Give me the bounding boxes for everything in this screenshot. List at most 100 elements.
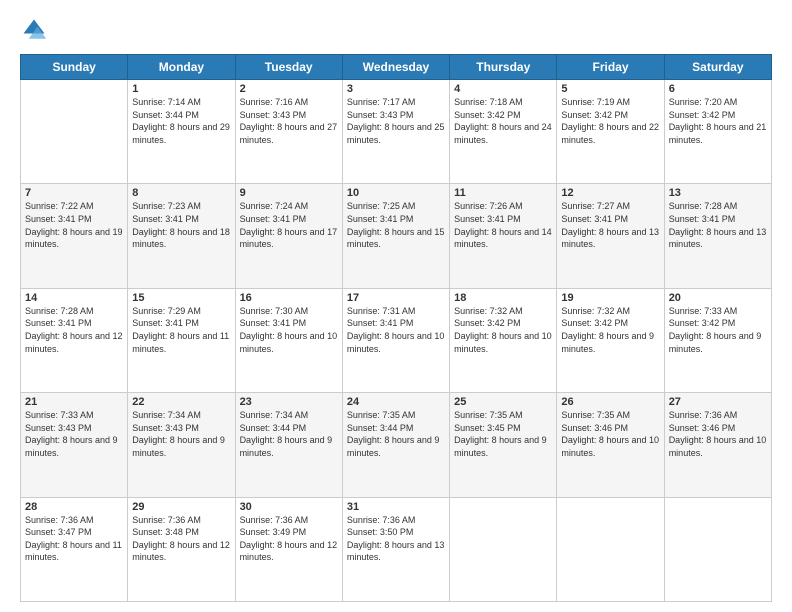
- sunrise-text: Sunrise: 7:35 AM: [561, 410, 630, 420]
- daylight-text: Daylight: 8 hours and 10 minutes.: [240, 331, 338, 354]
- daylight-text: Daylight: 8 hours and 10 minutes.: [454, 331, 552, 354]
- sunrise-text: Sunrise: 7:28 AM: [25, 306, 94, 316]
- calendar-cell: 4 Sunrise: 7:18 AM Sunset: 3:42 PM Dayli…: [450, 80, 557, 184]
- sunrise-text: Sunrise: 7:17 AM: [347, 97, 416, 107]
- calendar-cell: 21 Sunrise: 7:33 AM Sunset: 3:43 PM Dayl…: [21, 393, 128, 497]
- day-info: Sunrise: 7:33 AM Sunset: 3:42 PM Dayligh…: [669, 305, 767, 355]
- calendar-week-row: 1 Sunrise: 7:14 AM Sunset: 3:44 PM Dayli…: [21, 80, 772, 184]
- sunset-text: Sunset: 3:50 PM: [347, 527, 414, 537]
- day-info: Sunrise: 7:33 AM Sunset: 3:43 PM Dayligh…: [25, 409, 123, 459]
- day-info: Sunrise: 7:25 AM Sunset: 3:41 PM Dayligh…: [347, 200, 445, 250]
- weekday-header: Thursday: [450, 55, 557, 80]
- day-info: Sunrise: 7:31 AM Sunset: 3:41 PM Dayligh…: [347, 305, 445, 355]
- day-number: 15: [132, 292, 230, 304]
- sunrise-text: Sunrise: 7:35 AM: [347, 410, 416, 420]
- daylight-text: Daylight: 8 hours and 17 minutes.: [240, 227, 338, 250]
- daylight-text: Daylight: 8 hours and 10 minutes.: [347, 331, 445, 354]
- daylight-text: Daylight: 8 hours and 13 minutes.: [561, 227, 659, 250]
- sunset-text: Sunset: 3:42 PM: [561, 110, 628, 120]
- daylight-text: Daylight: 8 hours and 22 minutes.: [561, 122, 659, 145]
- sunset-text: Sunset: 3:43 PM: [347, 110, 414, 120]
- calendar-table: SundayMondayTuesdayWednesdayThursdayFrid…: [20, 54, 772, 602]
- page: SundayMondayTuesdayWednesdayThursdayFrid…: [0, 0, 792, 612]
- day-number: 5: [561, 83, 659, 95]
- calendar-cell: [450, 497, 557, 601]
- sunrise-text: Sunrise: 7:32 AM: [561, 306, 630, 316]
- calendar-cell: 5 Sunrise: 7:19 AM Sunset: 3:42 PM Dayli…: [557, 80, 664, 184]
- day-number: 7: [25, 187, 123, 199]
- weekday-header: Tuesday: [235, 55, 342, 80]
- day-info: Sunrise: 7:32 AM Sunset: 3:42 PM Dayligh…: [454, 305, 552, 355]
- calendar-cell: 29 Sunrise: 7:36 AM Sunset: 3:48 PM Dayl…: [128, 497, 235, 601]
- sunrise-text: Sunrise: 7:28 AM: [669, 201, 738, 211]
- sunset-text: Sunset: 3:41 PM: [347, 318, 414, 328]
- calendar-cell: 2 Sunrise: 7:16 AM Sunset: 3:43 PM Dayli…: [235, 80, 342, 184]
- day-number: 1: [132, 83, 230, 95]
- daylight-text: Daylight: 8 hours and 13 minutes.: [347, 540, 445, 563]
- calendar-cell: 13 Sunrise: 7:28 AM Sunset: 3:41 PM Dayl…: [664, 184, 771, 288]
- day-info: Sunrise: 7:27 AM Sunset: 3:41 PM Dayligh…: [561, 200, 659, 250]
- weekday-header: Wednesday: [342, 55, 449, 80]
- day-number: 17: [347, 292, 445, 304]
- calendar-cell: 17 Sunrise: 7:31 AM Sunset: 3:41 PM Dayl…: [342, 288, 449, 392]
- calendar-cell: 20 Sunrise: 7:33 AM Sunset: 3:42 PM Dayl…: [664, 288, 771, 392]
- day-info: Sunrise: 7:23 AM Sunset: 3:41 PM Dayligh…: [132, 200, 230, 250]
- day-number: 19: [561, 292, 659, 304]
- sunset-text: Sunset: 3:47 PM: [25, 527, 92, 537]
- day-info: Sunrise: 7:14 AM Sunset: 3:44 PM Dayligh…: [132, 96, 230, 146]
- sunset-text: Sunset: 3:42 PM: [454, 110, 521, 120]
- day-number: 14: [25, 292, 123, 304]
- sunset-text: Sunset: 3:41 PM: [240, 318, 307, 328]
- day-number: 22: [132, 396, 230, 408]
- sunset-text: Sunset: 3:48 PM: [132, 527, 199, 537]
- sunset-text: Sunset: 3:42 PM: [454, 318, 521, 328]
- weekday-header: Sunday: [21, 55, 128, 80]
- calendar-cell: [557, 497, 664, 601]
- day-info: Sunrise: 7:34 AM Sunset: 3:43 PM Dayligh…: [132, 409, 230, 459]
- daylight-text: Daylight: 8 hours and 12 minutes.: [240, 540, 338, 563]
- sunrise-text: Sunrise: 7:35 AM: [454, 410, 523, 420]
- sunset-text: Sunset: 3:42 PM: [561, 318, 628, 328]
- sunrise-text: Sunrise: 7:31 AM: [347, 306, 416, 316]
- sunrise-text: Sunrise: 7:20 AM: [669, 97, 738, 107]
- sunset-text: Sunset: 3:41 PM: [561, 214, 628, 224]
- weekday-header: Friday: [557, 55, 664, 80]
- daylight-text: Daylight: 8 hours and 9 minutes.: [561, 331, 654, 354]
- day-number: 11: [454, 187, 552, 199]
- day-info: Sunrise: 7:32 AM Sunset: 3:42 PM Dayligh…: [561, 305, 659, 355]
- sunrise-text: Sunrise: 7:19 AM: [561, 97, 630, 107]
- sunset-text: Sunset: 3:41 PM: [25, 318, 92, 328]
- day-number: 28: [25, 501, 123, 513]
- calendar-cell: 16 Sunrise: 7:30 AM Sunset: 3:41 PM Dayl…: [235, 288, 342, 392]
- sunrise-text: Sunrise: 7:33 AM: [25, 410, 94, 420]
- calendar-cell: 30 Sunrise: 7:36 AM Sunset: 3:49 PM Dayl…: [235, 497, 342, 601]
- daylight-text: Daylight: 8 hours and 11 minutes.: [132, 331, 229, 354]
- day-number: 8: [132, 187, 230, 199]
- daylight-text: Daylight: 8 hours and 10 minutes.: [561, 435, 659, 458]
- daylight-text: Daylight: 8 hours and 9 minutes.: [240, 435, 333, 458]
- daylight-text: Daylight: 8 hours and 9 minutes.: [454, 435, 547, 458]
- day-number: 26: [561, 396, 659, 408]
- daylight-text: Daylight: 8 hours and 27 minutes.: [240, 122, 338, 145]
- daylight-text: Daylight: 8 hours and 21 minutes.: [669, 122, 767, 145]
- day-info: Sunrise: 7:35 AM Sunset: 3:45 PM Dayligh…: [454, 409, 552, 459]
- sunset-text: Sunset: 3:42 PM: [669, 110, 736, 120]
- daylight-text: Daylight: 8 hours and 9 minutes.: [25, 435, 118, 458]
- daylight-text: Daylight: 8 hours and 19 minutes.: [25, 227, 123, 250]
- day-number: 27: [669, 396, 767, 408]
- day-info: Sunrise: 7:28 AM Sunset: 3:41 PM Dayligh…: [25, 305, 123, 355]
- sunrise-text: Sunrise: 7:24 AM: [240, 201, 309, 211]
- sunrise-text: Sunrise: 7:29 AM: [132, 306, 201, 316]
- sunset-text: Sunset: 3:49 PM: [240, 527, 307, 537]
- calendar-header-row: SundayMondayTuesdayWednesdayThursdayFrid…: [21, 55, 772, 80]
- day-number: 16: [240, 292, 338, 304]
- daylight-text: Daylight: 8 hours and 11 minutes.: [25, 540, 122, 563]
- day-info: Sunrise: 7:29 AM Sunset: 3:41 PM Dayligh…: [132, 305, 230, 355]
- day-info: Sunrise: 7:28 AM Sunset: 3:41 PM Dayligh…: [669, 200, 767, 250]
- daylight-text: Daylight: 8 hours and 9 minutes.: [347, 435, 440, 458]
- calendar-cell: 27 Sunrise: 7:36 AM Sunset: 3:46 PM Dayl…: [664, 393, 771, 497]
- sunset-text: Sunset: 3:45 PM: [454, 423, 521, 433]
- calendar-cell: [664, 497, 771, 601]
- calendar-cell: 10 Sunrise: 7:25 AM Sunset: 3:41 PM Dayl…: [342, 184, 449, 288]
- day-number: 4: [454, 83, 552, 95]
